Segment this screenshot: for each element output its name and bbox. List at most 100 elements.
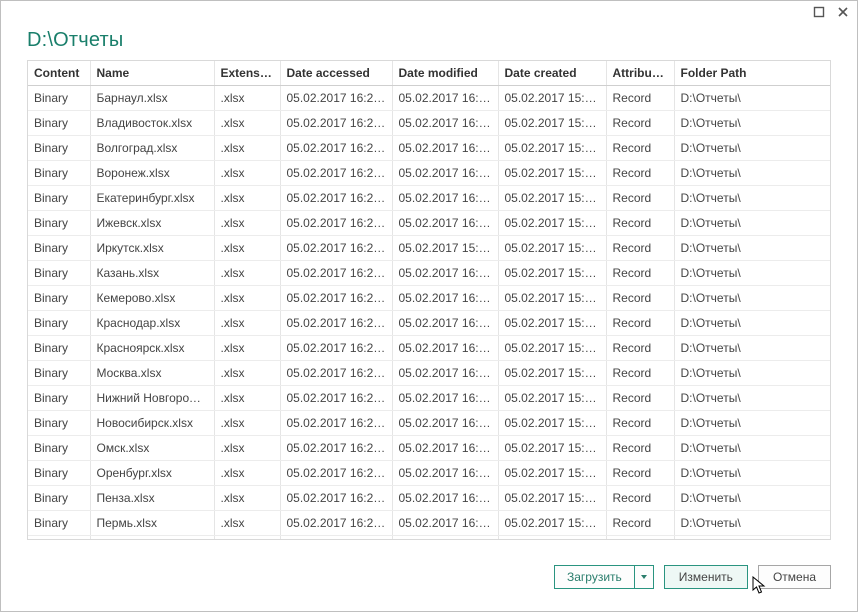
table-row[interactable]: BinaryИжевск.xlsx.xlsx05.02.2017 16:25:3… bbox=[28, 211, 830, 236]
cell-modified: 05.02.2017 16:00:08 bbox=[392, 211, 498, 236]
load-split-button[interactable]: Загрузить bbox=[554, 565, 654, 589]
table-row[interactable]: BinaryВладивосток.xlsx.xlsx05.02.2017 16… bbox=[28, 111, 830, 136]
cell-attr: Record bbox=[606, 486, 674, 511]
cell-attr: Record bbox=[606, 111, 674, 136]
cell-attr: Record bbox=[606, 311, 674, 336]
cell-created: 05.02.2017 15:49:32 bbox=[498, 311, 606, 336]
cell-content: Binary bbox=[28, 361, 90, 386]
cell-content: Binary bbox=[28, 536, 90, 541]
cell-created: 05.02.2017 15:49:36 bbox=[498, 511, 606, 536]
cell-attr: Record bbox=[606, 386, 674, 411]
cell-created: 05.02.2017 15:49:31 bbox=[498, 236, 606, 261]
cell-folder: D:\Отчеты\ bbox=[674, 361, 830, 386]
cell-created: 05.02.2017 15:49:33 bbox=[498, 361, 606, 386]
cell-attr: Record bbox=[606, 436, 674, 461]
col-name[interactable]: Name bbox=[90, 61, 214, 86]
cell-attr: Record bbox=[606, 536, 674, 541]
cell-name: Омск.xlsx bbox=[90, 436, 214, 461]
cell-ext: .xlsx bbox=[214, 436, 280, 461]
table-row[interactable]: BinaryЕкатеринбург.xlsx.xlsx05.02.2017 1… bbox=[28, 186, 830, 211]
cell-created: 05.02.2017 15:49:30 bbox=[498, 186, 606, 211]
close-icon[interactable] bbox=[835, 4, 851, 20]
page-title: D:\Отчеты bbox=[27, 29, 831, 52]
col-attributes[interactable]: Attributes bbox=[606, 61, 674, 86]
cell-content: Binary bbox=[28, 511, 90, 536]
cell-ext: .xlsx bbox=[214, 386, 280, 411]
cell-folder: D:\Отчеты\ bbox=[674, 136, 830, 161]
col-accessed[interactable]: Date accessed bbox=[280, 61, 392, 86]
cell-ext: .xlsx bbox=[214, 161, 280, 186]
cell-accessed: 05.02.2017 16:25:38 bbox=[280, 461, 392, 486]
cell-folder: D:\Отчеты\ bbox=[674, 336, 830, 361]
cell-modified: 05.02.2017 16:04:52 bbox=[392, 436, 498, 461]
maximize-icon[interactable] bbox=[811, 4, 827, 20]
load-button[interactable]: Загрузить bbox=[554, 565, 634, 589]
cell-name: Иркутск.xlsx bbox=[90, 236, 214, 261]
table-row[interactable]: BinaryОренбург.xlsx.xlsx05.02.2017 16:25… bbox=[28, 461, 830, 486]
cell-name: Барнаул.xlsx bbox=[90, 86, 214, 111]
cell-name: Кемерово.xlsx bbox=[90, 286, 214, 311]
cancel-button[interactable]: Отмена bbox=[758, 565, 831, 589]
table-row[interactable]: BinaryРостов-на-Дону.xlsx.xlsx05.02.2017… bbox=[28, 536, 830, 541]
cell-name: Краснодар.xlsx bbox=[90, 311, 214, 336]
cell-content: Binary bbox=[28, 211, 90, 236]
cell-name: Казань.xlsx bbox=[90, 261, 214, 286]
col-modified[interactable]: Date modified bbox=[392, 61, 498, 86]
cell-content: Binary bbox=[28, 111, 90, 136]
cell-ext: .xlsx bbox=[214, 461, 280, 486]
table-row[interactable]: BinaryКемерово.xlsx.xlsx05.02.2017 16:25… bbox=[28, 286, 830, 311]
cell-ext: .xlsx bbox=[214, 111, 280, 136]
cell-created: 05.02.2017 15:49:35 bbox=[498, 461, 606, 486]
cell-content: Binary bbox=[28, 236, 90, 261]
table-row[interactable]: BinaryБарнаул.xlsx.xlsx05.02.2017 16:25:… bbox=[28, 86, 830, 111]
table-row[interactable]: BinaryВолгоград.xlsx.xlsx05.02.2017 16:2… bbox=[28, 136, 830, 161]
cell-modified: 05.02.2017 16:00:58 bbox=[392, 111, 498, 136]
cell-accessed: 05.02.2017 16:25:38 bbox=[280, 511, 392, 536]
data-grid[interactable]: Content Name Extension Date accessed Dat… bbox=[27, 60, 831, 540]
cell-created: 05.02.2017 15:49:32 bbox=[498, 286, 606, 311]
col-content[interactable]: Content bbox=[28, 61, 90, 86]
cell-folder: D:\Отчеты\ bbox=[674, 236, 830, 261]
cell-name: Пенза.xlsx bbox=[90, 486, 214, 511]
table-row[interactable]: BinaryОмск.xlsx.xlsx05.02.2017 16:25:380… bbox=[28, 436, 830, 461]
table-row[interactable]: BinaryПенза.xlsx.xlsx05.02.2017 16:25:38… bbox=[28, 486, 830, 511]
table-row[interactable]: BinaryКраснодар.xlsx.xlsx05.02.2017 16:2… bbox=[28, 311, 830, 336]
col-folder[interactable]: Folder Path bbox=[674, 61, 830, 86]
cell-modified: 05.02.2017 16:04:32 bbox=[392, 386, 498, 411]
content-area: Content Name Extension Date accessed Dat… bbox=[1, 60, 857, 549]
cell-modified: 05.02.2017 16:00:33 bbox=[392, 161, 498, 186]
cell-created: 05.02.2017 15:49:31 bbox=[498, 211, 606, 236]
header-row[interactable]: Content Name Extension Date accessed Dat… bbox=[28, 61, 830, 86]
table-row[interactable]: BinaryМосква.xlsx.xlsx05.02.2017 16:25:3… bbox=[28, 361, 830, 386]
cell-accessed: 05.02.2017 16:25:38 bbox=[280, 361, 392, 386]
cell-content: Binary bbox=[28, 186, 90, 211]
cell-created: 05.02.2017 15:49:29 bbox=[498, 136, 606, 161]
cell-modified: 05.02.2017 16:02:27 bbox=[392, 336, 498, 361]
table-row[interactable]: BinaryИркутск.xlsx.xlsx05.02.2017 16:25:… bbox=[28, 236, 830, 261]
cell-modified: 05.02.2017 16:05:58 bbox=[392, 536, 498, 541]
cell-created: 05.02.2017 15:49:34 bbox=[498, 386, 606, 411]
cell-folder: D:\Отчеты\ bbox=[674, 86, 830, 111]
dialog-header: D:\Отчеты bbox=[1, 23, 857, 60]
table-row[interactable]: BinaryНовосибирск.xlsx.xlsx05.02.2017 16… bbox=[28, 411, 830, 436]
cell-accessed: 05.02.2017 16:25:38 bbox=[280, 311, 392, 336]
table-row[interactable]: BinaryКазань.xlsx.xlsx05.02.2017 16:25:3… bbox=[28, 261, 830, 286]
cell-accessed: 05.02.2017 16:25:38 bbox=[280, 261, 392, 286]
col-created[interactable]: Date created bbox=[498, 61, 606, 86]
col-extension[interactable]: Extension bbox=[214, 61, 280, 86]
cell-folder: D:\Отчеты\ bbox=[674, 211, 830, 236]
cell-modified: 05.02.2017 16:02:41 bbox=[392, 311, 498, 336]
cell-content: Binary bbox=[28, 311, 90, 336]
table-row[interactable]: BinaryПермь.xlsx.xlsx05.02.2017 16:25:38… bbox=[28, 511, 830, 536]
table-row[interactable]: BinaryКрасноярск.xlsx.xlsx05.02.2017 16:… bbox=[28, 336, 830, 361]
edit-button[interactable]: Изменить bbox=[664, 565, 748, 589]
cell-folder: D:\Отчеты\ bbox=[674, 286, 830, 311]
cell-modified: 05.02.2017 16:00:45 bbox=[392, 136, 498, 161]
cell-modified: 05.02.2017 16:03:49 bbox=[392, 361, 498, 386]
table-row[interactable]: BinaryНижний Новгород.xlsx.xlsx05.02.201… bbox=[28, 386, 830, 411]
load-dropdown-arrow[interactable] bbox=[634, 565, 654, 589]
cell-folder: D:\Отчеты\ bbox=[674, 161, 830, 186]
table-row[interactable]: BinaryВоронеж.xlsx.xlsx05.02.2017 16:25:… bbox=[28, 161, 830, 186]
cell-attr: Record bbox=[606, 286, 674, 311]
cell-ext: .xlsx bbox=[214, 486, 280, 511]
